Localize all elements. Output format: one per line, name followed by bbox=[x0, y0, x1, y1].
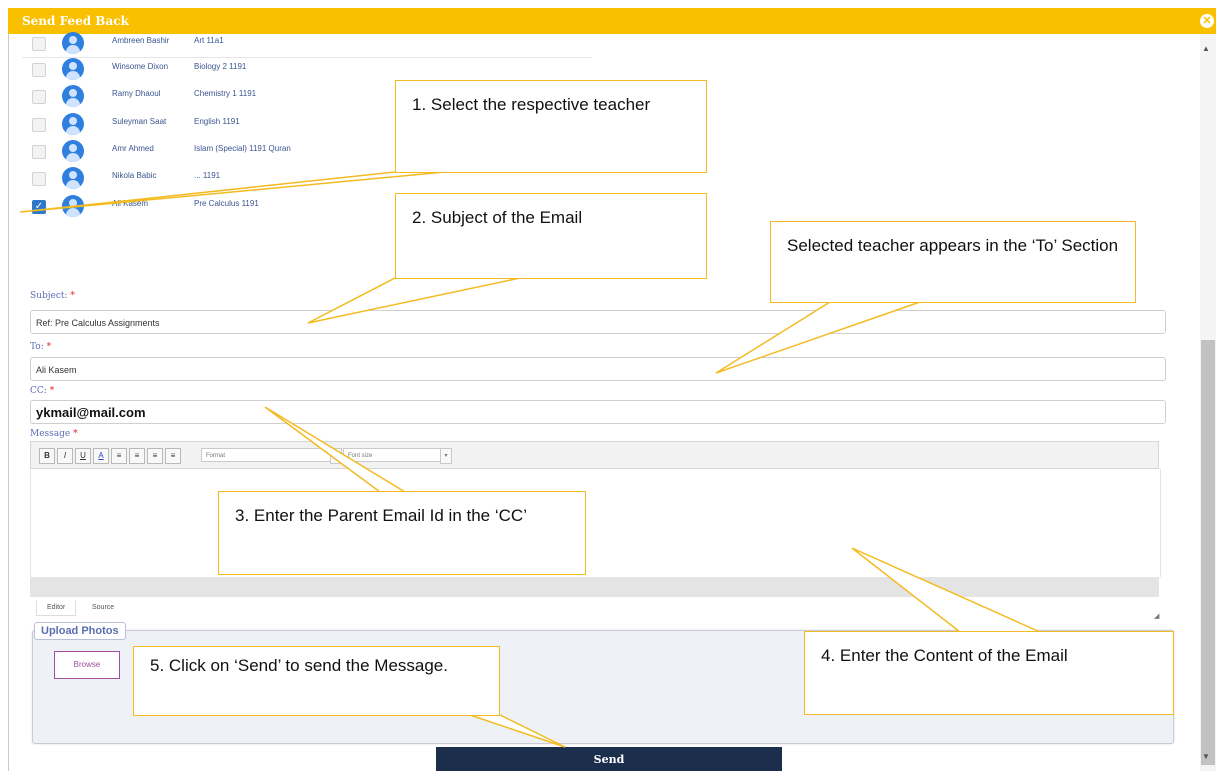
callout-1-pointer bbox=[19, 171, 446, 213]
callout-to-pointer bbox=[715, 301, 921, 374]
callout-2-pointer bbox=[307, 277, 521, 324]
callout-send: 5. Click on ‘Send’ to send the Message. bbox=[133, 646, 500, 716]
callout-4-pointer bbox=[851, 547, 1041, 633]
callout-3-pointer bbox=[264, 406, 408, 493]
callout-cc: 3. Enter the Parent Email Id in the ‘CC’ bbox=[218, 491, 586, 575]
callout-select-teacher: 1. Select the respective teacher bbox=[395, 80, 707, 173]
callout-content: 4. Enter the Content of the Email bbox=[804, 631, 1174, 715]
callout-to-section: Selected teacher appears in the ‘To’ Sec… bbox=[770, 221, 1136, 303]
callout-5-pointer bbox=[469, 714, 566, 748]
callout-subject: 2. Subject of the Email bbox=[395, 193, 707, 279]
